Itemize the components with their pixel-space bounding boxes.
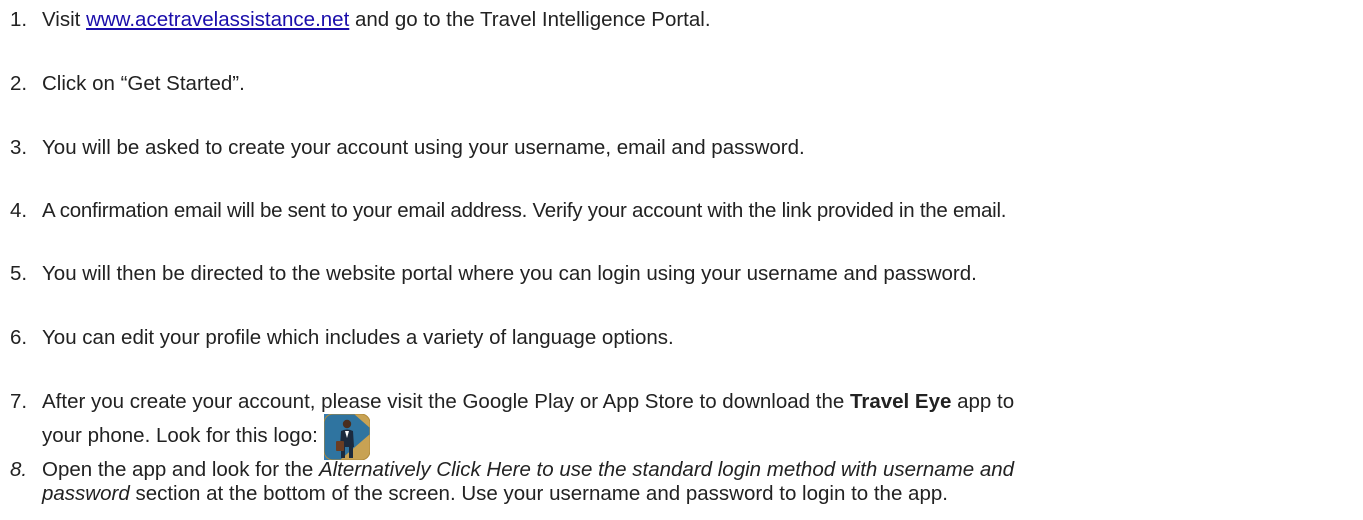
step-text-part: After you create your account, please vi… [42,390,850,413]
step-number: 3. [10,136,28,159]
login-method-option-cont: password [42,482,130,505]
step-5: 5. You will then be directed to the webs… [10,262,1355,286]
step-number: 4. [10,199,28,222]
step-number: 6. [10,326,28,349]
login-method-option: Alternatively Click Here to use the stan… [318,458,1015,481]
step-2: 2. Click on “Get Started”. [10,72,1355,96]
travel-eye-app-logo-icon [323,413,371,461]
step-6: 6. You can edit your profile which inclu… [10,326,1355,350]
step-3: 3. You will be asked to create your acco… [10,136,1355,160]
step-1: 1. Visit www.acetravelassistance.net and… [10,8,1355,32]
step-8: 8. Open the app and look for the Alterna… [10,458,1355,506]
step-text: After you create your account, please vi… [42,390,1355,461]
step-number: 1. [10,8,28,31]
step-text: Click on “Get Started”. [42,72,245,95]
app-name: Travel Eye [849,390,952,413]
step-4: 4. A confirmation email will be sent to … [10,199,1355,223]
step-text: Visit www.acetravelassistance.net and go… [42,8,1355,32]
step-text-line: your phone. Look for this logo: [42,413,1355,461]
step-7: 7. After you create your account, please… [10,390,1355,461]
step-text-part: Open the app and look for the [42,458,319,481]
instructions-document: 1. Visit www.acetravelassistance.net and… [0,0,1363,520]
step-text: A confirmation email will be sent to you… [42,199,1007,222]
step-text-part: app to [951,390,1015,413]
step-text: You can edit your profile which includes… [42,326,674,349]
step-number: 8. [10,458,28,481]
step-text-part: your phone. Look for this logo: [42,424,318,447]
step-text-part: and go to the Travel Intelligence Portal… [349,8,711,31]
step-text: You will then be directed to the website… [42,262,977,285]
step-text: Open the app and look for the Alternativ… [42,458,1355,506]
step-text-line: password section at the bottom of the sc… [42,482,1355,506]
step-text: You will be asked to create your account… [42,136,805,159]
step-number: 2. [10,72,28,95]
step-number: 5. [10,262,28,285]
website-link[interactable]: www.acetravelassistance.net [86,8,349,31]
step-text-part: section at the bottom of the screen. Use… [129,482,948,505]
step-text-part: Visit [42,8,87,31]
step-number: 7. [10,390,28,413]
